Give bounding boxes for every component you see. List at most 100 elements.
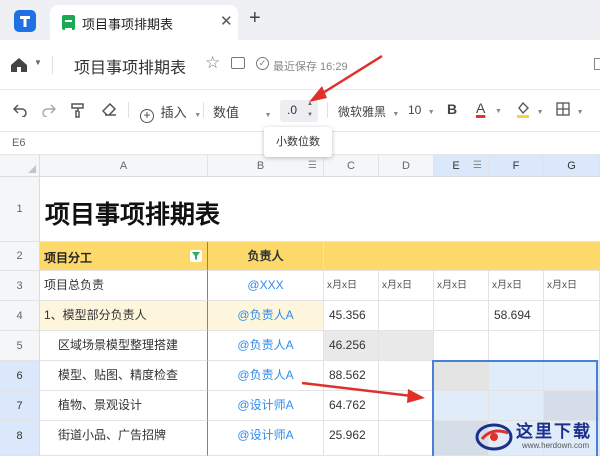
value-cell[interactable] <box>379 361 434 391</box>
value-cell[interactable] <box>379 301 434 331</box>
star-icon[interactable]: ☆ <box>205 53 220 73</box>
chevron-down-icon: ▼ <box>576 109 584 116</box>
font-color-button[interactable]: A ▼ <box>476 100 502 116</box>
task-cell[interactable]: 1、模型部分负责人 <box>40 301 208 331</box>
move-to-folder-icon[interactable] <box>231 57 245 69</box>
home-icon[interactable] <box>10 57 28 73</box>
number-format-select[interactable]: 数值 ▼ <box>213 102 272 121</box>
task-cell[interactable]: 项目总负责 <box>40 271 208 301</box>
value-cell[interactable] <box>379 331 434 361</box>
clear-format-icon[interactable] <box>102 103 117 117</box>
row-header-4[interactable]: 4 <box>0 301 40 331</box>
owner-cell[interactable]: @设计师A <box>208 391 324 421</box>
bold-button[interactable]: B <box>447 101 457 117</box>
value-cell[interactable]: 45.356 <box>324 301 379 331</box>
selected-cell[interactable] <box>489 361 544 391</box>
sidebar-toggle-icon[interactable] <box>594 58 600 70</box>
column-header-label: B <box>256 160 265 172</box>
header-cell-task[interactable]: 项目分工 <box>40 242 208 271</box>
increase-decimal-icon[interactable]: ▲ <box>307 101 313 107</box>
column-filter-icon[interactable]: ☰ <box>473 155 482 177</box>
app-logo-icon[interactable] <box>12 8 38 34</box>
row-header-6[interactable]: 6 <box>0 361 40 391</box>
decimal-places-stepper[interactable]: .0 ▲ ▼ <box>280 100 318 122</box>
watermark-text: 这里下载 <box>516 422 592 442</box>
value-cell[interactable]: 58.694 <box>489 301 544 331</box>
fill-color-button[interactable]: ▼ <box>516 101 544 118</box>
row-header-8[interactable]: 8 <box>0 421 40 456</box>
format-painter-icon[interactable] <box>71 102 85 118</box>
date-cell[interactable]: x月x日 <box>434 271 489 301</box>
border-grid-icon <box>556 102 570 116</box>
watermark-url: www.herdown.com <box>522 441 590 450</box>
column-header-a[interactable]: A <box>40 155 208 177</box>
site-watermark: 这里下载 www.herdown.com <box>470 413 600 456</box>
owner-cell[interactable]: @负责人A <box>208 331 324 361</box>
home-menu-caret-icon[interactable]: ▼ <box>34 58 42 67</box>
close-tab-icon[interactable]: ✕ <box>220 12 233 30</box>
chevron-down-icon: ▼ <box>494 108 502 115</box>
value-cell[interactable] <box>379 391 434 421</box>
document-tab[interactable]: 项目事项排期表 ✕ <box>50 5 238 40</box>
font-color-label: A <box>476 100 486 116</box>
column-header-g[interactable]: G <box>544 155 600 177</box>
owner-cell[interactable]: @负责人A <box>208 361 324 391</box>
row-header-7[interactable]: 7 <box>0 391 40 421</box>
font-size-select[interactable]: 10 ▼ <box>408 103 435 117</box>
date-cell[interactable]: x月x日 <box>544 271 600 301</box>
saved-check-icon: ✓ <box>256 57 269 70</box>
value-cell[interactable] <box>544 301 600 331</box>
row-header-1[interactable]: 1 <box>0 177 40 242</box>
row-header-5[interactable]: 5 <box>0 331 40 361</box>
cell-reference[interactable]: E6 <box>12 137 25 149</box>
sheet-title: 项目事项排期表 <box>45 201 221 229</box>
filter-funnel-icon[interactable] <box>190 250 202 262</box>
column-header-c[interactable]: C <box>324 155 379 177</box>
value-cell[interactable]: 46.256 <box>324 331 379 361</box>
row-header-3[interactable]: 3 <box>0 271 40 301</box>
owner-cell[interactable]: @设计师A <box>208 421 324 456</box>
watermark-logo-icon <box>475 423 513 451</box>
column-header-b[interactable]: B ☰ <box>208 155 324 177</box>
selected-cell[interactable] <box>544 361 600 391</box>
value-cell[interactable] <box>434 301 489 331</box>
date-cell[interactable]: x月x日 <box>489 271 544 301</box>
date-cell[interactable]: x月x日 <box>379 271 434 301</box>
task-cell[interactable]: 街道小品、广告招牌 <box>40 421 208 456</box>
chevron-down-icon: ▼ <box>427 109 435 116</box>
column-header-d[interactable]: D <box>379 155 434 177</box>
decrease-decimal-icon[interactable]: ▼ <box>307 112 313 118</box>
font-family-select[interactable]: 微软雅黑 ▼ <box>338 103 399 120</box>
owner-cell[interactable]: @XXX <box>208 271 324 301</box>
border-button[interactable]: ▼ <box>556 102 584 117</box>
value-cell[interactable] <box>489 331 544 361</box>
header-cell-dates[interactable] <box>324 242 600 271</box>
selected-cell[interactable] <box>434 361 489 391</box>
font-family-value: 微软雅黑 <box>338 105 387 119</box>
value-cell[interactable]: 64.762 <box>324 391 379 421</box>
task-cell[interactable]: 模型、贴图、精度检查 <box>40 361 208 391</box>
value-cell[interactable]: 88.562 <box>324 361 379 391</box>
column-header-f[interactable]: F <box>489 155 544 177</box>
row-header-2[interactable]: 2 <box>0 242 40 271</box>
new-tab-button[interactable]: + <box>249 7 261 30</box>
divider <box>203 102 204 118</box>
date-cell[interactable]: x月x日 <box>324 271 379 301</box>
value-cell[interactable]: 25.962 <box>324 421 379 456</box>
column-filter-icon[interactable]: ☰ <box>308 155 317 177</box>
select-all-corner[interactable] <box>0 155 40 177</box>
sheet-title-cell[interactable]: 项目事项排期表 <box>40 177 600 242</box>
header-cell-owner[interactable]: 负责人 <box>208 242 324 271</box>
value-cell[interactable] <box>379 421 434 456</box>
column-header-e[interactable]: E ☰ <box>434 155 489 177</box>
undo-icon[interactable] <box>13 103 28 117</box>
task-cell[interactable]: 区域场景模型整理搭建 <box>40 331 208 361</box>
insert-button[interactable]: + 插入 ▼ <box>140 102 201 123</box>
value-cell[interactable] <box>544 331 600 361</box>
owner-cell[interactable]: @负责人A <box>208 301 324 331</box>
redo-icon[interactable] <box>41 103 56 117</box>
task-cell[interactable]: 植物、景观设计 <box>40 391 208 421</box>
document-title[interactable]: 项目事项排期表 <box>74 54 186 78</box>
decimal-places-tooltip: 小数位数 <box>264 127 332 157</box>
value-cell[interactable] <box>434 331 489 361</box>
